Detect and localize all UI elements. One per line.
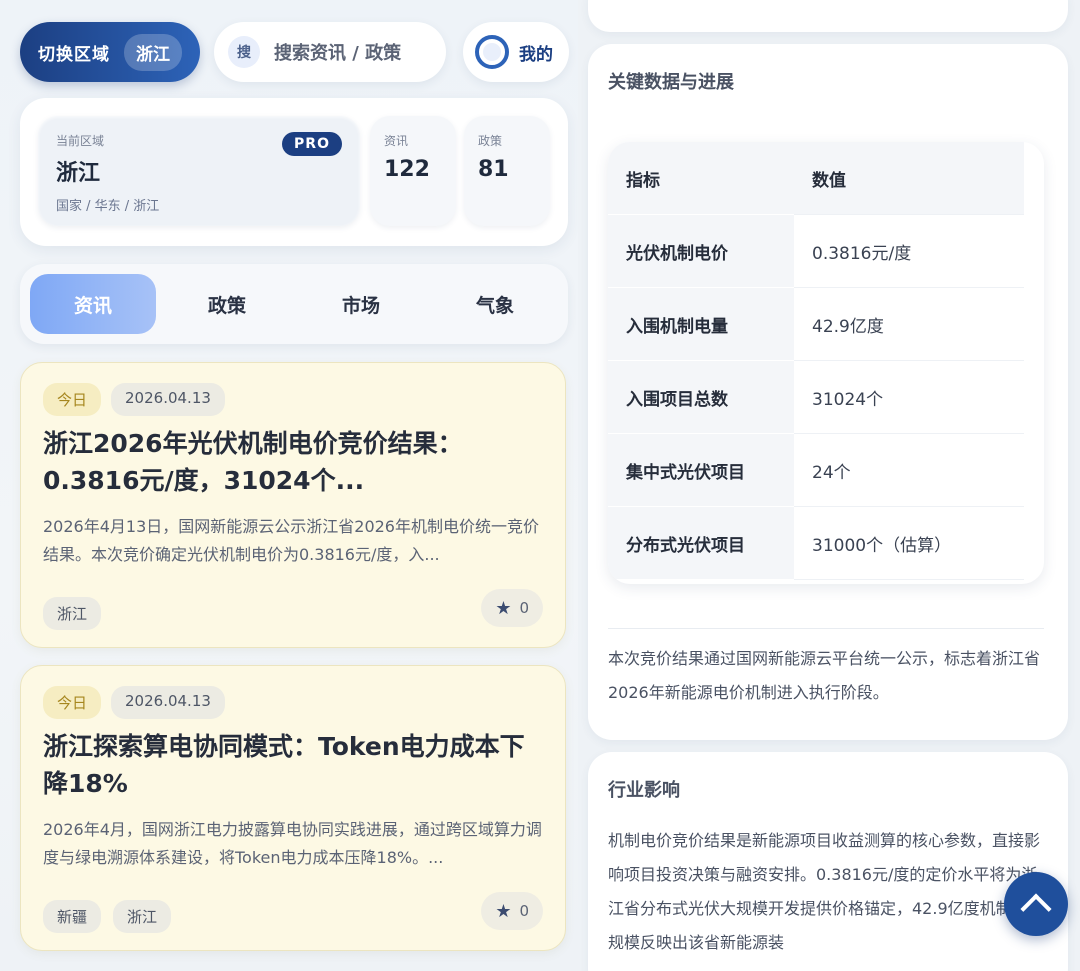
tab-market[interactable]: 市场 <box>298 274 424 334</box>
news-meta: 今日 2026.04.13 <box>43 383 225 416</box>
star-icon: ★ <box>495 900 512 922</box>
top-bar: 切换区域 浙江 搜 搜索资讯 / 政策 我的 <box>20 22 569 82</box>
key-data-table: 指标 数值 光伏机制电价 0.3816元/度 入围机制电量 42.9亿度 入围项… <box>608 142 1044 584</box>
table-header-cell: 指标 <box>608 142 794 215</box>
table-cell-value: 31000个（估算） <box>794 507 1024 580</box>
current-region-box: 当前区域 浙江 国家 / 华东 / 浙江 PRO <box>38 116 360 226</box>
news-summary: 2026年4月，国网浙江电力披露算电协同实践进展，通过跨区域算力调度与绿电溯源体… <box>43 820 542 867</box>
stat-label: 政策 <box>478 134 503 148</box>
stat-value: 81 <box>478 157 509 182</box>
stat-value: 122 <box>384 157 430 182</box>
section-title: 关键数据与进展 <box>608 72 734 93</box>
industry-impact-card: 行业影响 机制电价竞价结果是新能源项目收益测算的核心参数，直接影响项目投资决策与… <box>588 752 1068 971</box>
my-profile-button[interactable]: 我的 <box>463 22 569 82</box>
table-cell-value: 42.9亿度 <box>794 288 1024 361</box>
table-cell-metric: 集中式光伏项目 <box>608 434 794 507</box>
region-tag[interactable]: 新疆 <box>43 900 102 933</box>
table-row: 光伏机制电价 0.3816元/度 <box>608 215 1024 288</box>
news-title[interactable]: 浙江2026年光伏机制电价竞价结果：0.3816元/度，31024个... <box>43 425 543 499</box>
chevron-up-icon <box>1020 893 1052 925</box>
section-title: 行业影响 <box>608 780 680 801</box>
date-chip: 2026.04.13 <box>111 686 225 719</box>
result-paragraph: 本次竞价结果通过国网新能源云平台统一公示，标志着浙江省2026年新能源电价机制进… <box>608 649 1041 702</box>
today-chip: 今日 <box>43 383 102 416</box>
table-cell-metric: 入围机制电量 <box>608 288 794 361</box>
table-cell-metric: 入围项目总数 <box>608 361 794 434</box>
table-header-cell: 数值 <box>794 142 1024 215</box>
previous-card-edge <box>588 0 1068 32</box>
divider <box>608 628 1044 629</box>
favorite-button[interactable]: ★ 0 <box>481 892 543 930</box>
news-count-stat[interactable]: 资讯 122 <box>370 116 456 226</box>
switch-region-button[interactable]: 切换区域 浙江 <box>20 22 200 82</box>
key-data-card: 关键数据与进展 指标 数值 光伏机制电价 0.3816元/度 入围机制电量 42… <box>588 44 1068 740</box>
current-region-pill: 浙江 <box>124 33 182 71</box>
table-cell-value: 31024个 <box>794 361 1024 434</box>
search-placeholder: 搜索资讯 / 政策 <box>274 43 402 64</box>
news-summary: 2026年4月13日，国网新能源云公示浙江省2026年机制电价统一竞价结果。本次… <box>43 517 539 564</box>
tab-news[interactable]: 资讯 <box>30 274 156 334</box>
news-tags: 新疆 浙江 <box>43 900 172 933</box>
favorite-count: 0 <box>519 599 529 617</box>
today-chip: 今日 <box>43 686 102 719</box>
table-cell-value: 24个 <box>794 434 1024 507</box>
favorite-button[interactable]: ★ 0 <box>481 589 543 627</box>
pro-badge: PRO <box>282 132 342 156</box>
table-header-row: 指标 数值 <box>608 142 1024 215</box>
stat-label: 资讯 <box>384 134 409 148</box>
region-tag[interactable]: 浙江 <box>113 900 172 933</box>
left-panel: 切换区域 浙江 搜 搜索资讯 / 政策 我的 当前区域 浙江 国家 / 华东 /… <box>0 0 578 971</box>
table-row: 分布式光伏项目 31000个（估算） <box>608 507 1024 580</box>
right-panel: 关键数据与进展 指标 数值 光伏机制电价 0.3816元/度 入围机制电量 42… <box>578 0 1080 971</box>
table-cell-metric: 光伏机制电价 <box>608 215 794 288</box>
star-icon: ★ <box>495 597 512 619</box>
impact-paragraph: 机制电价竞价结果是新能源项目收益测算的核心参数，直接影响项目投资决策与融资安排。… <box>608 831 1044 952</box>
table-row: 集中式光伏项目 24个 <box>608 434 1024 507</box>
region-summary-card: 当前区域 浙江 国家 / 华东 / 浙江 PRO 资讯 122 政策 81 <box>20 98 568 246</box>
table-cell-value: 0.3816元/度 <box>794 215 1024 288</box>
search-input[interactable]: 搜 搜索资讯 / 政策 <box>214 22 446 82</box>
news-card[interactable]: 今日 2026.04.13 浙江2026年光伏机制电价竞价结果：0.3816元/… <box>20 362 566 648</box>
tab-weather[interactable]: 气象 <box>432 274 558 334</box>
my-profile-label: 我的 <box>519 44 553 65</box>
search-icon: 搜 <box>228 36 260 68</box>
date-chip: 2026.04.13 <box>111 383 225 416</box>
news-tags: 浙江 <box>43 597 102 630</box>
user-avatar-icon <box>475 35 509 69</box>
table-row: 入围项目总数 31024个 <box>608 361 1024 434</box>
favorite-count: 0 <box>519 902 529 920</box>
policy-count-stat[interactable]: 政策 81 <box>464 116 550 226</box>
news-card[interactable]: 今日 2026.04.13 浙江探索算电协同模式：Token电力成本下降18% … <box>20 665 566 951</box>
category-tabs: 资讯 政策 市场 气象 <box>20 264 568 344</box>
back-to-top-button[interactable] <box>1004 872 1068 936</box>
switch-region-label: 切换区域 <box>38 44 110 65</box>
region-breadcrumb: 国家 / 华东 / 浙江 <box>56 199 160 214</box>
tab-policy[interactable]: 政策 <box>164 274 290 334</box>
table-row: 入围机制电量 42.9亿度 <box>608 288 1024 361</box>
news-meta: 今日 2026.04.13 <box>43 686 225 719</box>
region-tag[interactable]: 浙江 <box>43 597 102 630</box>
news-title[interactable]: 浙江探索算电协同模式：Token电力成本下降18% <box>43 728 543 802</box>
table-cell-metric: 分布式光伏项目 <box>608 507 794 580</box>
current-region-name: 浙江 <box>56 161 101 186</box>
